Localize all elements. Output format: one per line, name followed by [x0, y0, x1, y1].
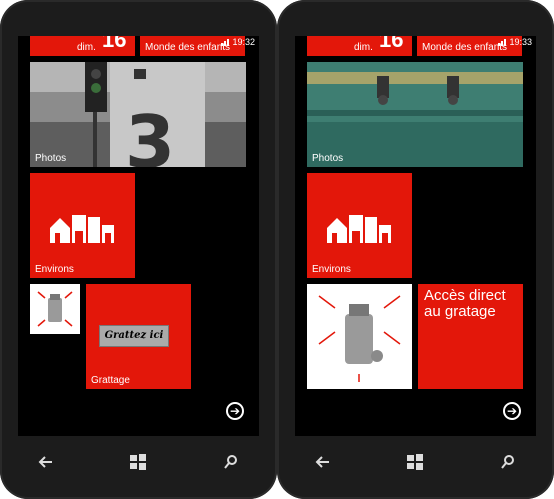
calendar-date: 16 — [379, 36, 404, 52]
shaker-tile[interactable] — [307, 284, 412, 389]
back-icon — [315, 456, 330, 468]
buildings-icon — [50, 215, 114, 243]
photos-label: Photos — [312, 153, 344, 164]
acces-direct-label: Accès direct au gratage — [424, 287, 506, 320]
start-button[interactable] — [118, 450, 158, 474]
monde-label: Monde des enfants — [422, 42, 508, 53]
search-icon — [501, 455, 514, 469]
back-icon — [38, 456, 53, 468]
monde-label: Monde des enfants — [145, 42, 231, 53]
calendar-day: dim. — [77, 42, 96, 53]
start-button[interactable] — [395, 450, 435, 474]
status-bar: 19:32 — [221, 37, 255, 47]
svg-text:3: 3 — [125, 100, 175, 167]
back-button[interactable] — [303, 450, 343, 474]
photos-label: Photos — [35, 153, 67, 164]
status-bar: 19:33 — [498, 37, 532, 47]
shaker-image — [37, 291, 73, 327]
phone-left: 19:32 dim. 16 Monde des enfants 3 Photos… — [0, 0, 277, 499]
grattage-direct-tile[interactable]: Accès direct au gratage — [418, 284, 523, 389]
arrow-right-circle-icon[interactable]: ➔ — [226, 402, 244, 420]
navigation-bar — [0, 448, 277, 476]
environs-tile[interactable]: Environs — [30, 173, 135, 278]
phone-screen: 19:32 dim. 16 Monde des enfants 3 Photos… — [18, 36, 259, 436]
environs-label: Environs — [35, 264, 74, 275]
arrow-right-circle-icon[interactable]: ➔ — [503, 402, 521, 420]
clock: 19:33 — [509, 37, 532, 47]
calendar-tile[interactable]: dim. 16 — [30, 36, 135, 56]
scratch-area: Grattez ici — [99, 325, 169, 347]
grattage-label: Grattage — [91, 375, 130, 386]
back-button[interactable] — [26, 450, 66, 474]
photos-tile[interactable]: Photos — [307, 62, 523, 167]
signal-icon — [221, 38, 230, 46]
calendar-day: dim. — [354, 42, 373, 53]
navigation-bar — [277, 448, 554, 476]
windows-start-icon — [407, 454, 424, 470]
phone-right: 19:33 dim. 16 Monde des enfants Photos E… — [277, 0, 554, 499]
phone-screen: 19:33 dim. 16 Monde des enfants Photos E… — [295, 36, 536, 436]
photos-image — [307, 62, 523, 167]
clock: 19:32 — [232, 37, 255, 47]
windows-start-icon — [130, 454, 147, 470]
photos-image: 3 — [30, 62, 246, 167]
shaker-small-tile[interactable] — [30, 284, 80, 334]
search-icon — [224, 455, 237, 469]
buildings-icon — [327, 215, 391, 243]
environs-tile[interactable]: Environs — [307, 173, 412, 278]
search-button[interactable] — [488, 450, 528, 474]
search-button[interactable] — [211, 450, 251, 474]
photos-tile[interactable]: 3 Photos — [30, 62, 246, 167]
grattage-tile[interactable]: Grattez ici Grattage — [86, 284, 191, 389]
calendar-date: 16 — [102, 36, 127, 52]
shaker-image — [318, 295, 401, 382]
environs-label: Environs — [312, 264, 351, 275]
calendar-tile[interactable]: dim. 16 — [307, 36, 412, 56]
signal-icon — [498, 38, 507, 46]
